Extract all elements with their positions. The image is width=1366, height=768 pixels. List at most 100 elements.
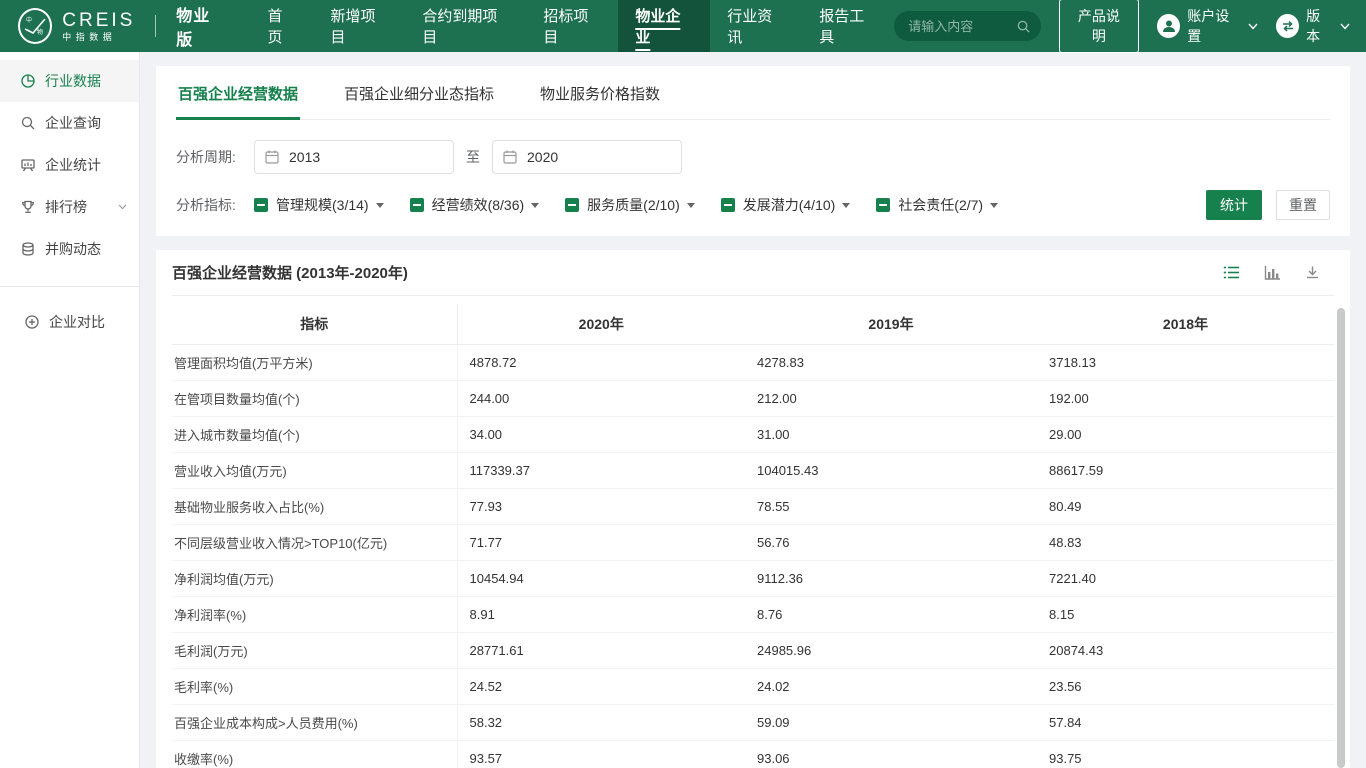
nav-item[interactable]: 行业资讯 [710, 0, 802, 52]
list-view-icon[interactable] [1223, 265, 1240, 280]
nav-item[interactable]: 新增项目 [313, 0, 405, 52]
sidebar-item-company-compare[interactable]: 企业对比 [0, 301, 139, 343]
table-header-bar: 百强企业经营数据 (2013年-2020年) [172, 250, 1334, 296]
table-row: 基础物业服务收入占比(%) 77.93 78.55 80.49 [172, 488, 1334, 524]
bar-chart-icon[interactable] [1264, 265, 1281, 281]
indicator-checkbox-group[interactable]: 服务质量(2/10) [565, 195, 695, 215]
table-row: 毛利润(万元) 28771.61 24985.96 20874.43 [172, 632, 1334, 668]
table-row: 百强企业成本构成>人员费用(%) 58.32 59.09 57.84 [172, 704, 1334, 740]
row-value-2020: 77.93 [457, 488, 745, 524]
nav-item[interactable]: 招标项目 [526, 0, 618, 52]
tab[interactable]: 物业服务价格指数 [538, 66, 662, 120]
nav-item[interactable]: 报告工具 [802, 0, 894, 52]
table-scrollbar[interactable] [1337, 308, 1345, 768]
row-value-2019: 8.76 [745, 596, 1037, 632]
nav-menu: 首页 新增项目 合约到期项目 招标项目 物业企业 行业资讯 报告工具 [250, 0, 894, 52]
checkbox-indeterminate-icon[interactable] [254, 198, 268, 212]
row-value-2020: 244.00 [457, 380, 745, 416]
chevron-down-icon [1340, 23, 1350, 30]
row-value-2018: 20874.43 [1037, 632, 1334, 668]
table-title: 百强企业经营数据 (2013年-2020年) [172, 262, 408, 283]
row-indicator-label: 营业收入均值(万元) [172, 452, 457, 488]
analysis-indicator-label: 分析指标: [176, 195, 254, 215]
indicator-label: 发展潜力(4/10) [743, 195, 836, 215]
checkbox-indeterminate-icon[interactable] [876, 198, 890, 212]
table-row: 管理面积均值(万平方米) 4878.72 4278.83 3718.13 [172, 344, 1334, 380]
sidebar-item-company-search[interactable]: 企业查询 [0, 102, 139, 144]
period-to-input[interactable] [492, 140, 682, 174]
row-value-2018: 7221.40 [1037, 560, 1334, 596]
table-row: 在管项目数量均值(个) 244.00 212.00 192.00 [172, 380, 1334, 416]
logo[interactable]: 中 物 CREIS 中指数据 物业版 [18, 2, 224, 50]
tab[interactable]: 百强企业细分业态指标 [342, 66, 496, 120]
row-value-2019: 24985.96 [745, 632, 1037, 668]
nav-item-label: 合约到期项目 [422, 5, 509, 47]
search-icon[interactable] [1016, 19, 1031, 34]
row-indicator-label: 百强企业成本构成>人员费用(%) [172, 704, 457, 740]
version-label: 版本 [1306, 6, 1333, 46]
row-value-2018: 57.84 [1037, 704, 1334, 740]
top-nav: 中 物 CREIS 中指数据 物业版 首页 新增项目 合约到期项目 招标项目 [0, 0, 1366, 52]
table-header-row: 指标 2020年 2019年 2018年 [172, 304, 1334, 344]
period-from-input[interactable] [254, 140, 454, 174]
period-from-picker[interactable] [254, 140, 454, 174]
sidebar-item-label: 排行榜 [45, 197, 87, 217]
nav-item-label: 报告工具 [819, 5, 877, 47]
indicator-checkbox-group[interactable]: 管理规模(3/14) [254, 195, 384, 215]
product-info-button[interactable]: 产品说明 [1059, 0, 1139, 53]
checkbox-indeterminate-icon[interactable] [565, 198, 579, 212]
row-value-2020: 34.00 [457, 416, 745, 452]
checkbox-indeterminate-icon[interactable] [410, 198, 424, 212]
nav-item-label: 招标项目 [543, 5, 601, 47]
nav-item[interactable]: 合约到期项目 [405, 0, 526, 52]
version-switcher[interactable]: 版本 [1276, 6, 1350, 46]
statistics-button[interactable]: 统计 [1206, 190, 1262, 220]
chevron-down-icon[interactable] [118, 204, 127, 210]
row-indicator-label: 进入城市数量均值(个) [172, 416, 457, 452]
nav-item[interactable]: 物业企业 [618, 0, 710, 52]
tab-label: 百强企业细分业态指标 [344, 86, 494, 103]
nav-item[interactable]: 首页 [250, 0, 313, 52]
indicator-checkbox-group[interactable]: 经营绩效(8/36) [410, 195, 540, 215]
caret-down-icon[interactable] [990, 203, 998, 208]
sidebar-item-ranking[interactable]: 排行榜 [0, 186, 139, 228]
data-table: 指标 2020年 2019年 2018年 管理面积均值(万平方米) 4878.7… [172, 304, 1334, 768]
indicator-checkbox-group[interactable]: 社会责任(2/7) [876, 195, 998, 215]
row-value-2019: 24.02 [745, 668, 1037, 704]
row-value-2018: 48.83 [1037, 524, 1334, 560]
download-icon[interactable] [1305, 265, 1320, 280]
nav-search[interactable] [894, 11, 1040, 41]
account-settings[interactable]: 账户设置 [1157, 6, 1258, 46]
row-value-2020: 10454.94 [457, 560, 745, 596]
swap-icon [1276, 14, 1299, 38]
table-body: 管理面积均值(万平方米) 4878.72 4278.83 3718.13 在管项… [172, 344, 1334, 768]
analysis-indicator-row: 分析指标: 管理规模(3/14) 经营绩效(8/36) [176, 190, 1330, 220]
analysis-period-row: 分析周期: 至 [176, 140, 1330, 174]
search-input[interactable] [908, 19, 1015, 34]
tab[interactable]: 百强企业经营数据 [176, 66, 300, 120]
row-value-2018: 23.56 [1037, 668, 1334, 704]
sidebar-item-ma-news[interactable]: 并购动态 [0, 228, 139, 270]
indicator-label: 服务质量(2/10) [587, 195, 680, 215]
caret-down-icon[interactable] [376, 203, 384, 208]
sidebar-item-label: 企业统计 [45, 155, 101, 175]
indicator-checkbox-group[interactable]: 发展潜力(4/10) [721, 195, 851, 215]
caret-down-icon[interactable] [842, 203, 850, 208]
reset-button[interactable]: 重置 [1276, 190, 1330, 220]
caret-down-icon[interactable] [531, 203, 539, 208]
edition-label: 物业版 [176, 2, 224, 50]
view-switcher [1223, 265, 1334, 281]
caret-down-icon[interactable] [687, 203, 695, 208]
row-indicator-label: 净利润均值(万元) [172, 560, 457, 596]
period-to-picker[interactable] [492, 140, 682, 174]
row-indicator-label: 收缴率(%) [172, 740, 457, 768]
row-value-2018: 93.75 [1037, 740, 1334, 768]
checkbox-indeterminate-icon[interactable] [721, 198, 735, 212]
table-row: 进入城市数量均值(个) 34.00 31.00 29.00 [172, 416, 1334, 452]
table-row: 净利润均值(万元) 10454.94 9112.36 7221.40 [172, 560, 1334, 596]
page-layout: 行业数据 企业查询 企业统计 排行榜 [0, 52, 1366, 768]
sidebar-item-industry-data[interactable]: 行业数据 [0, 60, 139, 102]
analysis-period-label: 分析周期: [176, 147, 254, 167]
sidebar-item-company-stats[interactable]: 企业统计 [0, 144, 139, 186]
row-indicator-label: 管理面积均值(万平方米) [172, 344, 457, 380]
